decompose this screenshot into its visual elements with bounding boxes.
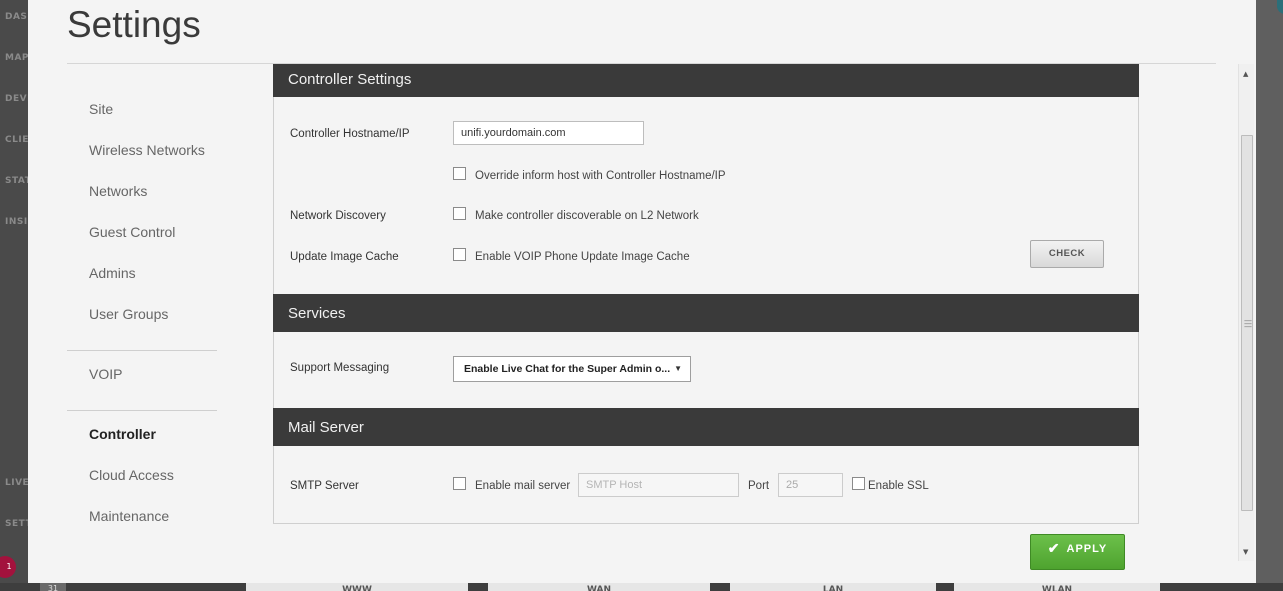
bg-tab-lan: LAN: [730, 583, 936, 591]
apply-button[interactable]: ✔ APPLY: [1030, 534, 1125, 570]
image-cache-option: Enable VOIP Phone Update Image Cache: [475, 251, 690, 263]
content-scrollbar[interactable]: ▲ — — — ▼: [1238, 64, 1254, 561]
support-messaging-select[interactable]: Enable Live Chat for the Super Admin o..…: [453, 356, 691, 382]
bg-tab-wlan: WLAN: [954, 583, 1160, 591]
override-inform-checkbox[interactable]: [453, 167, 466, 180]
bg-nav-live: LIVE: [5, 478, 30, 488]
bg-nav-map: MAP: [5, 53, 30, 63]
nav-item-guest-control[interactable]: Guest Control: [89, 224, 175, 240]
nav-item-admins[interactable]: Admins: [89, 265, 136, 281]
section-header-controller-settings: Controller Settings: [273, 64, 1139, 97]
nav-divider: [67, 350, 217, 351]
bg-bottom-chip: 31: [40, 583, 66, 591]
section-header-services: Services: [273, 294, 1139, 332]
bg-corner-icon: [1277, 0, 1283, 14]
bg-nav-insights: INSI: [5, 217, 28, 227]
apply-label: APPLY: [1066, 543, 1108, 555]
smtp-port-input[interactable]: [778, 473, 843, 497]
bg-tab-www: WWW: [246, 583, 468, 591]
section-header-mail-server: Mail Server: [273, 408, 1139, 446]
nav-item-wireless-networks[interactable]: Wireless Networks: [89, 142, 205, 158]
scroll-up-icon[interactable]: ▲: [1243, 70, 1248, 78]
dropdown-caret-icon: ▼: [674, 364, 682, 373]
background-app-bottom-bar: 31 WWW WAN LAN WLAN: [0, 583, 1283, 591]
nav-item-cloud-access[interactable]: Cloud Access: [89, 467, 174, 483]
smtp-host-input[interactable]: [578, 473, 739, 497]
section-mail-server: SMTP Server Enable mail server Port Enab…: [273, 446, 1139, 523]
content-bottom-divider: [273, 523, 1139, 524]
image-cache-checkbox[interactable]: [453, 248, 466, 261]
nav-item-voip[interactable]: VOIP: [89, 366, 122, 382]
nav-divider: [67, 410, 217, 411]
notification-badge: 1: [0, 556, 16, 578]
section-controller-settings: Controller Hostname/IP Override inform h…: [273, 97, 1139, 294]
hostname-input[interactable]: [453, 121, 644, 145]
update-image-cache-label: Update Image Cache: [290, 251, 399, 263]
smtp-server-label: SMTP Server: [290, 480, 359, 492]
page-title: Settings: [67, 4, 201, 45]
section-services: Support Messaging Enable Live Chat for t…: [273, 332, 1139, 408]
enable-ssl-checkbox[interactable]: [852, 477, 865, 490]
network-discovery-checkbox[interactable]: [453, 207, 466, 220]
bg-nav-clients: CLIE: [5, 135, 29, 145]
nav-item-controller[interactable]: Controller: [89, 426, 156, 442]
network-discovery-label: Network Discovery: [290, 210, 386, 222]
nav-item-user-groups[interactable]: User Groups: [89, 306, 168, 322]
background-app-right-edge: [1256, 0, 1283, 591]
checkmark-icon: ✔: [1047, 540, 1061, 556]
scroll-down-icon[interactable]: ▼: [1243, 548, 1248, 556]
nav-item-site[interactable]: Site: [89, 101, 113, 117]
enable-mail-server-checkbox[interactable]: [453, 477, 466, 490]
hostname-label: Controller Hostname/IP: [290, 128, 410, 140]
bg-tab-wan: WAN: [488, 583, 710, 591]
override-inform-label: Override inform host with Controller Hos…: [475, 170, 726, 182]
scroll-grip-icon: — — —: [1244, 316, 1252, 331]
check-button[interactable]: CHECK: [1030, 240, 1104, 268]
support-messaging-value: Enable Live Chat for the Super Admin o..…: [464, 363, 671, 375]
network-discovery-option: Make controller discoverable on L2 Netwo…: [475, 210, 699, 222]
support-messaging-label: Support Messaging: [290, 362, 390, 374]
enable-mail-server-label: Enable mail server: [475, 480, 571, 492]
background-app-sidebar: DASH MAP DEVI CLIE STAT INSI LIVE SETT 1: [0, 0, 35, 591]
nav-item-maintenance[interactable]: Maintenance: [89, 508, 169, 524]
settings-modal: Settings Site Wireless Networks Networks…: [28, 0, 1256, 583]
scroll-thumb[interactable]: — — —: [1241, 135, 1253, 511]
port-label: Port: [748, 480, 770, 492]
nav-item-networks[interactable]: Networks: [89, 183, 147, 199]
enable-ssl-label: Enable SSL: [868, 480, 929, 492]
